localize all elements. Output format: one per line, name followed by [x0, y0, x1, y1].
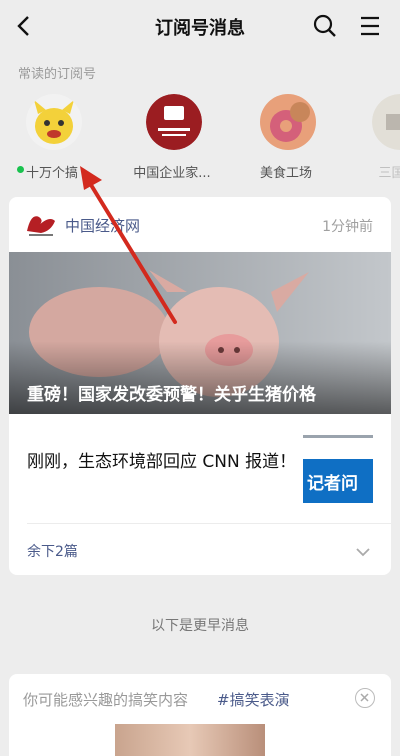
avatar — [146, 94, 202, 150]
article-thumbnail[interactable]: 记者问 — [303, 433, 373, 507]
page-title: 订阅号消息 — [155, 18, 245, 39]
subscription-name: 三国志 — [378, 166, 400, 181]
thumbnail-text: 记者问 — [307, 473, 358, 494]
source-logo-icon[interactable] — [23, 209, 59, 239]
subscription-item[interactable]: 十万个搞 — [2, 92, 102, 188]
section-label: 常读的订阅号 — [18, 67, 97, 82]
recommendation-text: 你可能感兴趣的搞笑内容 — [23, 691, 189, 709]
menu-icon[interactable] — [358, 13, 382, 39]
recommendation-card[interactable]: 你可能感兴趣的搞笑内容 #搞笑表演 — [9, 674, 391, 756]
search-icon[interactable] — [312, 13, 338, 39]
article-card: 中国经济网 1分钟前 重磅！国家发改委预警！关乎生猪价格 刚刚，生态环境部回应 … — [9, 197, 391, 575]
source-name[interactable]: 中国经济网 — [65, 215, 140, 236]
recommendation-tag[interactable]: #搞笑表演 — [217, 689, 290, 710]
subscription-messages-page: 订阅号消息 常读的订阅号 十万个搞 中国企业家... 美食工场 三国 中国经济网… — [0, 0, 400, 756]
post-time: 1分钟前 — [322, 219, 373, 235]
subscription-item[interactable]: 美食工场 — [236, 92, 336, 188]
subscription-name: 中国企业家... — [133, 166, 211, 181]
recommendation-image[interactable] — [115, 724, 265, 756]
divider — [27, 523, 391, 524]
subscription-name: 美食工场 — [259, 166, 312, 181]
avatar — [372, 94, 400, 150]
header: 订阅号消息 — [0, 0, 400, 52]
more-articles-link[interactable]: 余下2篇 — [27, 541, 78, 561]
frequent-subscriptions: 十万个搞 中国企业家... 美食工场 三国 — [0, 92, 400, 188]
unread-dot — [17, 166, 24, 173]
earlier-messages-label: 以下是更早消息 — [151, 618, 249, 634]
article-title[interactable]: 刚刚，生态环境部回应 CNN 报道！ — [27, 449, 297, 475]
close-icon[interactable] — [355, 688, 375, 708]
hero-title[interactable]: 重磅！国家发改委预警！关乎生猪价格 — [27, 380, 316, 405]
subscription-item[interactable]: 中国企业家... — [122, 92, 222, 188]
chevron-down-icon[interactable] — [355, 543, 371, 557]
subscription-item[interactable]: 三国志 — [348, 92, 400, 188]
avatar — [26, 94, 82, 150]
avatar — [260, 94, 316, 150]
